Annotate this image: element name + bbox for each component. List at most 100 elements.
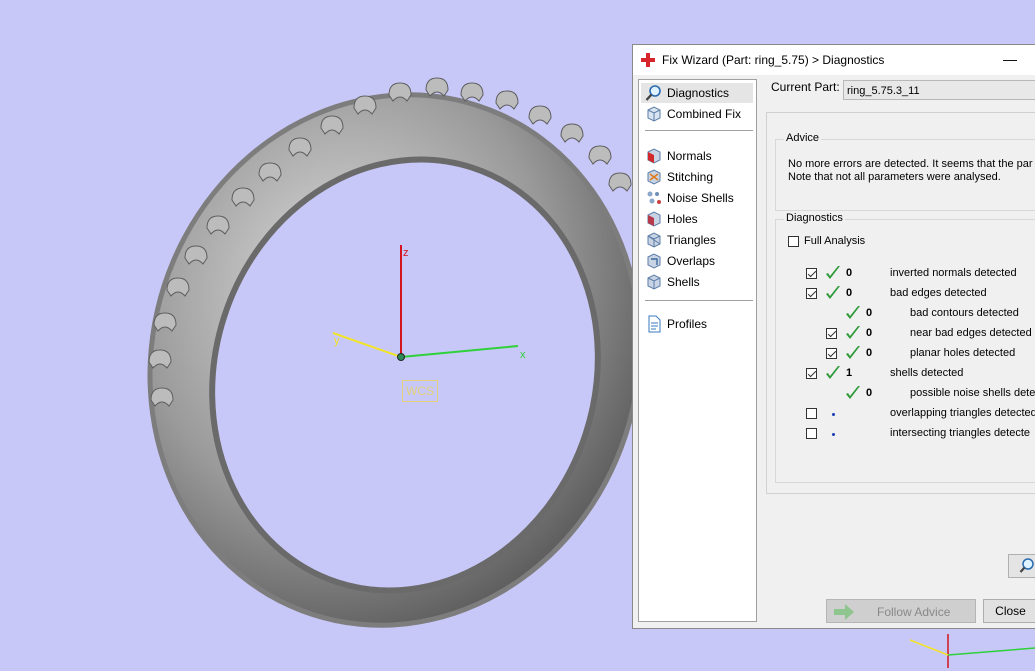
sidebar-item-label: Overlaps <box>667 254 716 268</box>
arrow-right-icon <box>834 604 854 620</box>
sidebar-divider <box>645 130 753 131</box>
triangles-cube-icon <box>647 232 661 248</box>
diagnostic-row: 0 inverted normals detected <box>776 264 1035 284</box>
diagnostic-checkbox[interactable] <box>806 288 817 299</box>
shells-cube-icon <box>647 274 661 290</box>
diagnostic-checkbox[interactable] <box>806 408 817 419</box>
sidebar-item-shells[interactable]: Shells <box>641 272 753 292</box>
normals-cube-icon <box>647 148 661 164</box>
sidebar-item-label: Noise Shells <box>667 191 734 205</box>
sidebar-divider <box>645 300 753 301</box>
sidebar-item-combined-fix[interactable]: Combined Fix <box>641 104 753 124</box>
advice-title: Advice <box>784 132 822 144</box>
diagnostic-label: possible noise shells detec <box>910 387 1035 399</box>
current-part-field[interactable]: ring_5.75.3_11 <box>843 80 1035 100</box>
follow-advice-button[interactable]: Follow Advice <box>826 599 976 623</box>
ring-prong <box>560 123 584 143</box>
green-check-icon <box>826 266 840 279</box>
green-check-icon <box>846 386 860 399</box>
sidebar-item-overlaps[interactable]: Overlaps <box>641 251 753 271</box>
sidebar-item-stitching[interactable]: Stitching <box>641 167 753 187</box>
diagnostic-checkbox[interactable] <box>806 368 817 379</box>
advice-group: Advice No more errors are detected. It s… <box>775 132 1035 211</box>
magnifier-icon <box>1019 558 1034 573</box>
current-part-label: Current Part: <box>771 80 840 94</box>
diagnostic-row: 0 possible noise shells detec <box>776 384 1035 404</box>
diagnostic-label: near bad edges detected <box>910 327 1032 339</box>
close-button[interactable]: Close <box>983 599 1035 623</box>
diagnostic-count: 1 <box>846 367 853 379</box>
sidebar-item-label: Holes <box>667 212 698 226</box>
sidebar-item-label: Diagnostics <box>667 86 730 100</box>
diagnostic-checkbox[interactable] <box>806 428 817 439</box>
wizard-sidebar: Diagnostics Combined Fix Normals Stitchi… <box>638 79 757 622</box>
diagnostics-group: Diagnostics Full Analysis 0 inverted norm… <box>775 212 1035 578</box>
sidebar-item-profiles[interactable]: Profiles <box>641 314 753 334</box>
holes-cube-icon <box>647 211 661 227</box>
diagnostics-panel: Advice No more errors are detected. It s… <box>766 112 1035 578</box>
show-results-button[interactable] <box>1008 554 1035 578</box>
full-analysis-label: Full Analysis <box>804 235 866 247</box>
diagnostic-label: bad edges detected <box>890 287 987 299</box>
diagnostic-label: overlapping triangles detected <box>890 407 1035 419</box>
mini-y-axis <box>909 639 949 656</box>
ring-prong <box>460 82 484 102</box>
advice-text: No more errors are detected. It seems th… <box>788 158 1033 184</box>
diagnostic-label: shells detected <box>890 367 964 379</box>
green-check-icon <box>846 346 860 359</box>
diagnostic-row: 1 shells detected <box>776 364 1035 384</box>
title-bar[interactable]: Fix Wizard (Part: ring_5.75) > Diagnosti… <box>633 45 1035 75</box>
ring-prong <box>588 145 612 165</box>
ring-prong <box>425 77 449 97</box>
diagnostic-row: 0 near bad edges detected <box>776 324 1035 344</box>
diagnostics-title: Diagnostics <box>784 212 845 224</box>
fix-wizard-dialog: Fix Wizard (Part: ring_5.75) > Diagnosti… <box>632 44 1035 629</box>
overlaps-cube-icon <box>647 253 661 269</box>
diagnostic-count: 0 <box>866 347 873 359</box>
diagnostic-row: 0 bad contours detected <box>776 304 1035 324</box>
minimize-button[interactable]: — <box>999 49 1021 71</box>
green-check-icon <box>826 286 840 299</box>
diagnostic-row: 0 bad edges detected <box>776 284 1035 304</box>
diagnostic-row: intersecting triangles detecte <box>776 424 1035 444</box>
cube-icon <box>647 106 661 122</box>
origin-point <box>397 353 405 361</box>
diagnostic-label: bad contours detected <box>910 307 1019 319</box>
dialog-title: Fix Wizard (Part: ring_5.75) > Diagnosti… <box>662 53 885 67</box>
red-cross-icon <box>641 53 655 67</box>
diagnostic-count: 0 <box>846 287 853 299</box>
sidebar-item-triangles[interactable]: Triangles <box>641 230 753 250</box>
wcs-label: WCS <box>402 380 438 402</box>
sidebar-item-label: Combined Fix <box>667 107 742 121</box>
diagnostic-checkbox[interactable] <box>806 268 817 279</box>
mini-x-axis <box>947 647 1035 656</box>
stitching-cube-icon <box>647 169 661 185</box>
diagnostic-checkbox[interactable] <box>826 348 837 359</box>
green-check-icon <box>846 326 860 339</box>
green-check-icon <box>846 306 860 319</box>
follow-advice-label: Follow Advice <box>877 605 951 619</box>
green-check-icon <box>826 366 840 379</box>
z-axis-label: z <box>403 247 409 259</box>
advice-line: No more errors are detected. It seems th… <box>788 158 1033 170</box>
ring-prong <box>495 90 519 110</box>
diagnostic-checkbox[interactable] <box>826 328 837 339</box>
advice-line: Note that not all parameters were analys… <box>788 171 1001 183</box>
full-analysis-checkbox[interactable] <box>788 236 799 247</box>
sidebar-item-holes[interactable]: Holes <box>641 209 753 229</box>
sidebar-item-label: Profiles <box>667 317 708 331</box>
sidebar-item-diagnostics[interactable]: Diagnostics <box>641 83 753 103</box>
diagnostic-row: 0 planar holes detected <box>776 344 1035 364</box>
sidebar-item-label: Triangles <box>667 233 716 247</box>
x-axis-label: x <box>520 349 526 361</box>
sidebar-item-noise-shells[interactable]: Noise Shells <box>641 188 753 208</box>
sidebar-item-label: Stitching <box>667 170 714 184</box>
diagnostic-row: overlapping triangles detected <box>776 404 1035 424</box>
sidebar-item-normals[interactable]: Normals <box>641 146 753 166</box>
ring-prong <box>608 172 632 192</box>
ring-prong <box>528 105 552 125</box>
y-axis-label: y <box>334 335 340 347</box>
noise-shells-icon <box>647 191 661 204</box>
diagnostic-count: 0 <box>846 267 853 279</box>
magnifier-icon <box>645 85 661 101</box>
